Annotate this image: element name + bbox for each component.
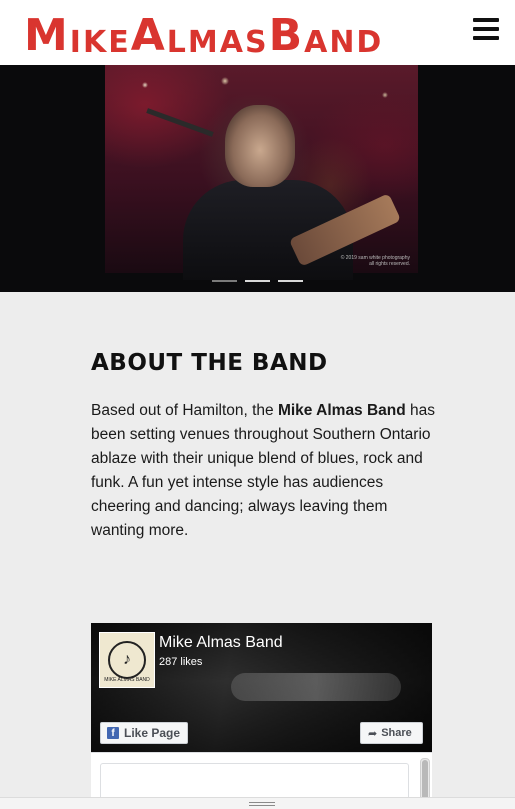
band-logo[interactable]: M IKE A LMAS B AND xyxy=(24,6,381,58)
facebook-like-page-button[interactable]: f Like Page xyxy=(100,722,188,744)
photo-credit: © 2019 sam white photography all rights … xyxy=(340,255,410,267)
facebook-logo-icon: f xyxy=(107,727,119,739)
slider-dot-1[interactable] xyxy=(212,280,237,282)
facebook-like-count: 287 likes xyxy=(159,656,203,668)
about-paragraph: Based out of Hamilton, the Mike Almas Ba… xyxy=(91,399,436,543)
guitar-icon: ♪ xyxy=(108,641,146,679)
facebook-page-widget: ♪ MIKE ALMAS BAND Mike Almas Band 287 li… xyxy=(91,623,432,808)
about-text-before: Based out of Hamilton, the xyxy=(91,402,278,419)
slide-image: © 2019 sam white photography all rights … xyxy=(105,65,418,280)
microphone-shape xyxy=(146,108,214,137)
hamburger-menu-icon[interactable] xyxy=(473,18,499,40)
cover-guitar-shape xyxy=(231,673,401,701)
about-text-after: has been setting venues throughout South… xyxy=(91,402,436,539)
share-label: Share xyxy=(381,727,412,739)
photo-slider[interactable]: © 2019 sam white photography all rights … xyxy=(0,65,515,292)
avatar-caption: MIKE ALMAS BAND xyxy=(104,677,150,683)
site-header: M IKE A LMAS B AND xyxy=(0,0,515,65)
about-heading: ABOUT THE BAND xyxy=(91,350,328,376)
facebook-page-name[interactable]: Mike Almas Band xyxy=(159,634,283,652)
drawer-handle-icon xyxy=(249,802,275,808)
bottom-drawer-handle[interactable] xyxy=(0,797,515,809)
slider-indicators xyxy=(0,280,515,284)
scrollbar-thumb[interactable] xyxy=(422,760,428,800)
facebook-share-button[interactable]: ➦ Share xyxy=(360,722,423,744)
performer-head xyxy=(225,105,295,187)
about-band-name: Mike Almas Band xyxy=(277,402,406,419)
facebook-page-avatar[interactable]: ♪ MIKE ALMAS BAND xyxy=(99,632,155,688)
slider-dot-3[interactable] xyxy=(278,280,303,282)
like-page-label: Like Page xyxy=(124,726,181,740)
share-arrow-icon: ➦ xyxy=(368,727,378,740)
slider-dot-2[interactable] xyxy=(245,280,270,282)
facebook-cover-photo[interactable]: ♪ MIKE ALMAS BAND Mike Almas Band 287 li… xyxy=(91,623,432,752)
